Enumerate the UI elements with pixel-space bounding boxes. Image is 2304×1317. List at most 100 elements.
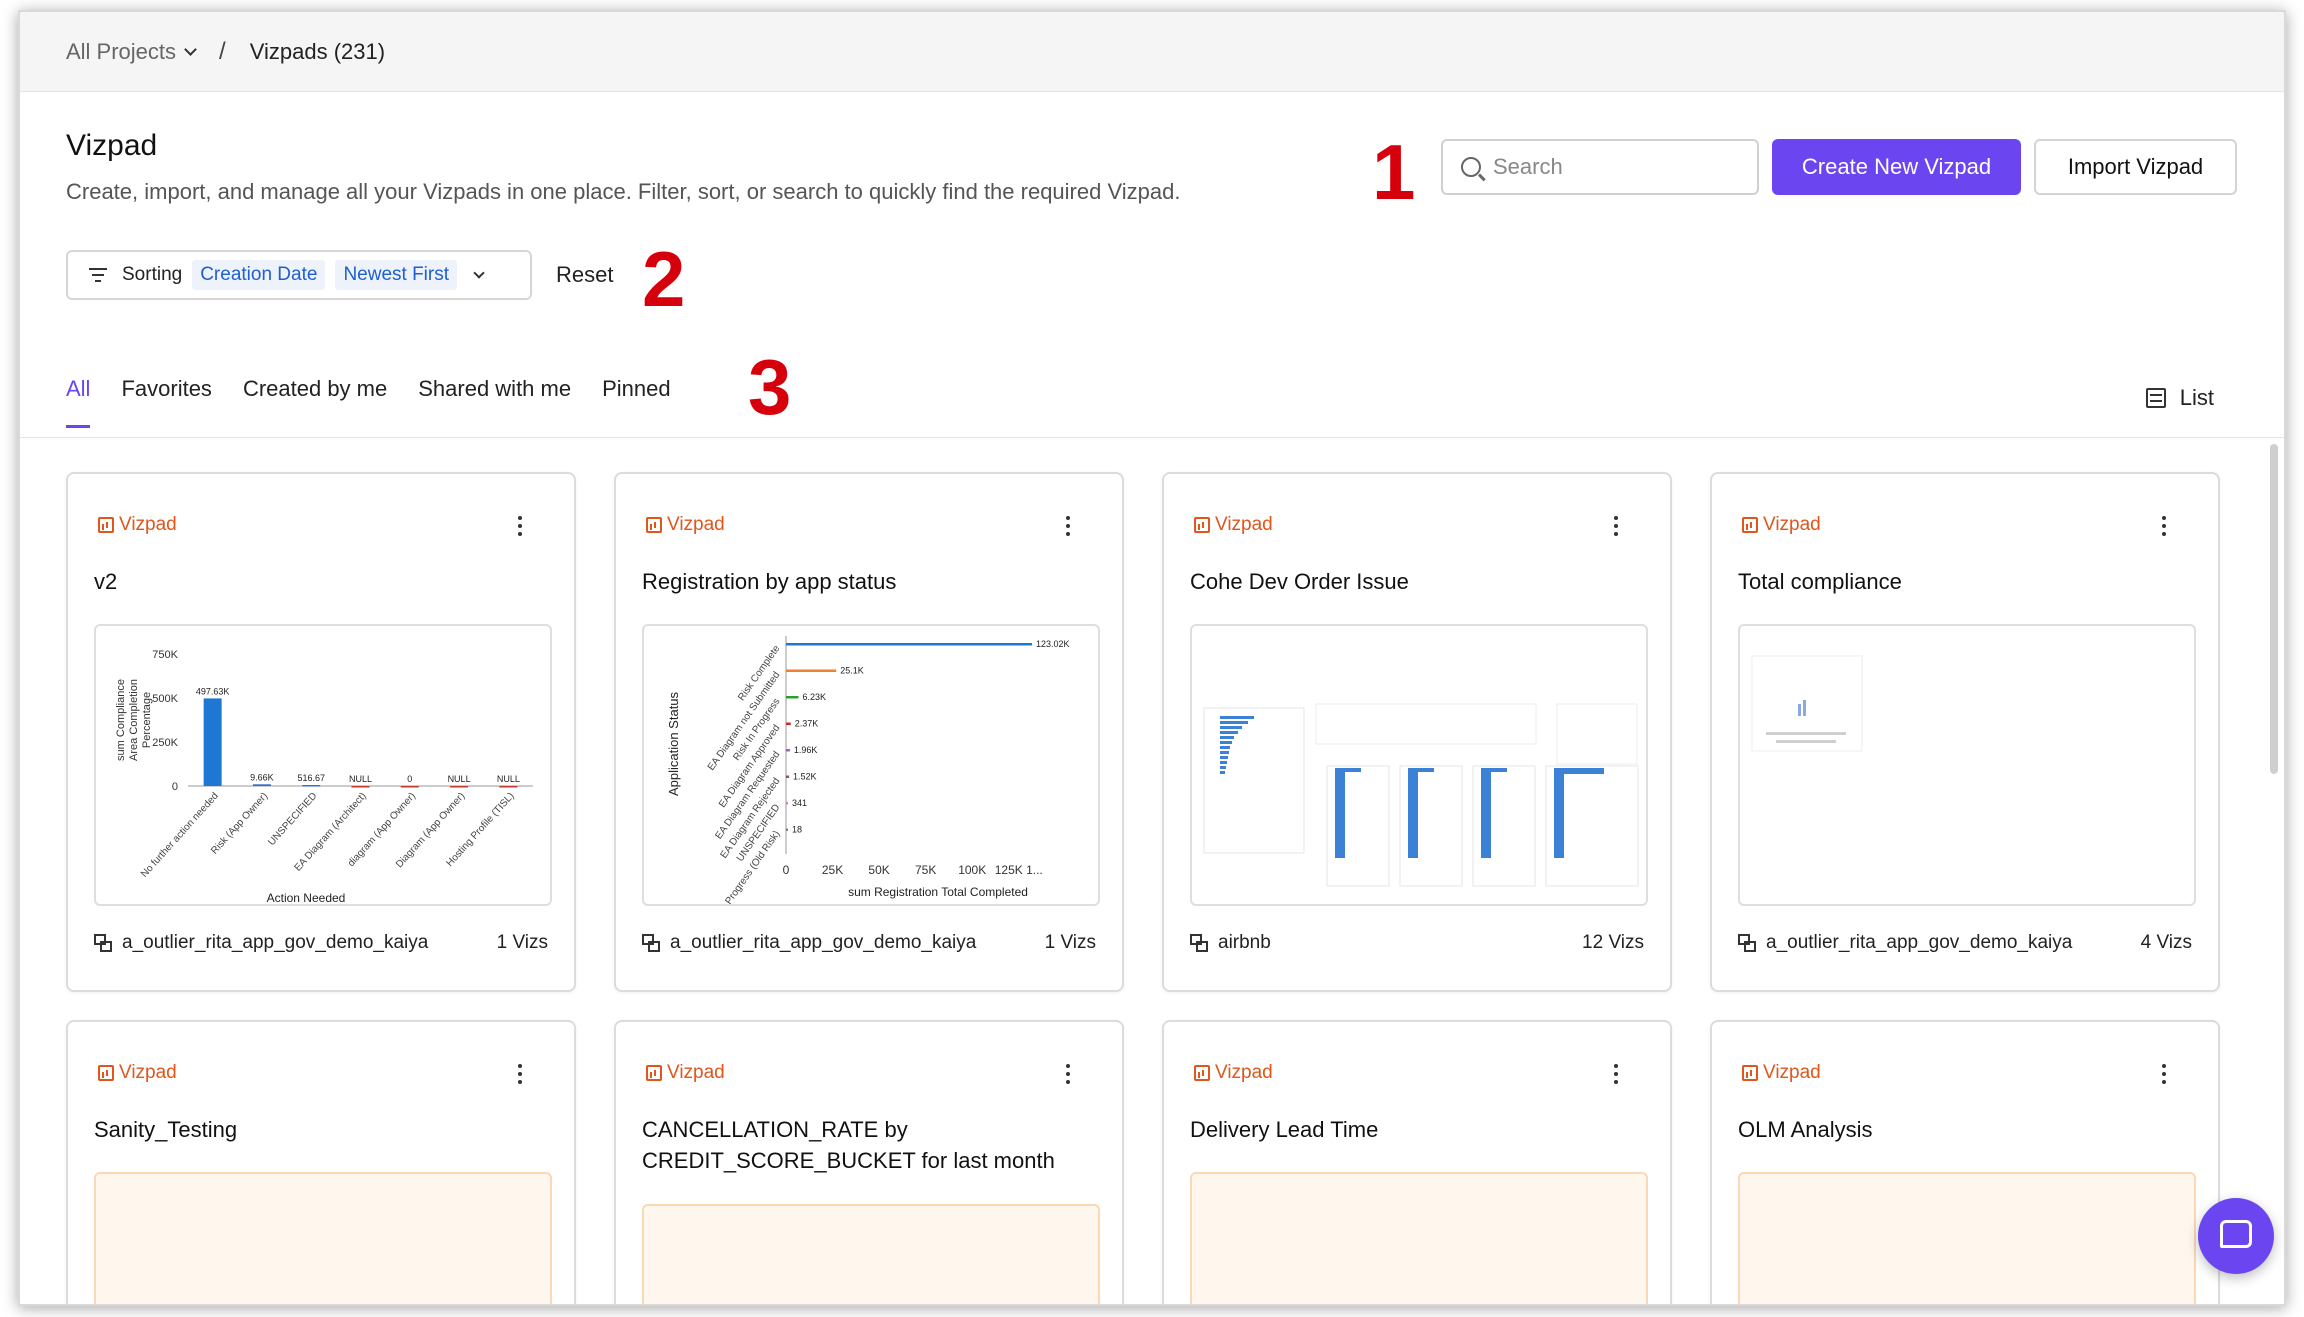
- more-options-icon[interactable]: [2162, 516, 2166, 536]
- breadcrumb-all-projects[interactable]: All Projects: [66, 39, 197, 65]
- card-title: Sanity_Testing: [94, 1117, 238, 1142]
- tab-all[interactable]: All: [66, 376, 91, 428]
- datasource-icon: [1190, 934, 1208, 952]
- bar-chart-preview: 750K 500K 250K 0 sum Compliance Area Completi…: [115, 649, 533, 904]
- vertical-scrollbar[interactable]: [2270, 444, 2278, 774]
- search-icon: [1461, 157, 1481, 177]
- tabs-divider: [20, 437, 2284, 438]
- bar: [786, 775, 790, 778]
- vizpad-card[interactable]: Vizpad v2 750K 500K 250K 0 sum Compliance Are…: [66, 472, 576, 992]
- bar: [786, 696, 799, 699]
- list-icon: [2145, 388, 2166, 408]
- reset-button[interactable]: Reset: [556, 262, 613, 288]
- vizpad-badge: Vizpad: [98, 1062, 177, 1084]
- vizpad-badge-label: Vizpad: [1215, 514, 1273, 535]
- y-axis-label: sum Compliance: [115, 679, 127, 761]
- vizpad-badge: Vizpad: [1742, 1062, 1821, 1084]
- bar-value-label: NULL: [349, 774, 372, 784]
- card-title: OLM Analysis: [1738, 1117, 1873, 1142]
- chart-placeholder: [1738, 1172, 2196, 1304]
- bar-value-label: 1.52K: [793, 772, 817, 782]
- more-options-icon[interactable]: [1066, 516, 1070, 536]
- vizpad-card[interactable]: Vizpad Registration by app status Applic…: [614, 472, 1124, 992]
- vizpad-card[interactable]: Vizpad Cohe Dev Order Issue airbnb 12 Vi…: [1162, 472, 1672, 992]
- tab-favorites[interactable]: Favorites: [121, 376, 211, 426]
- vizpad-card[interactable]: Vizpad Sanity_Testing: [66, 1020, 576, 1304]
- card-viz-count: 4 Vizs: [2140, 932, 2192, 953]
- create-new-vizpad-button[interactable]: Create New Vizpad: [1772, 139, 2021, 195]
- chart-preview[interactable]: Application Status 123.02K Risk Complete 25…: [642, 624, 1100, 906]
- more-options-icon[interactable]: [1614, 516, 1618, 536]
- tab-pinned[interactable]: Pinned: [602, 376, 671, 426]
- more-options-icon[interactable]: [518, 516, 522, 536]
- chevron-down-icon: [184, 42, 197, 56]
- vizpad-card[interactable]: Vizpad CANCELLATION_RATE by CREDIT_SCORE…: [614, 1020, 1124, 1304]
- bar: [252, 784, 271, 786]
- x-axis-title: sum Registration Total Completed: [848, 885, 1028, 899]
- more-options-icon[interactable]: [518, 1064, 522, 1084]
- vizpad-badge-label: Vizpad: [1763, 514, 1821, 535]
- bar-value-label: 9.66K: [250, 772, 274, 782]
- x-tick-label: No further action needed: [139, 791, 221, 880]
- more-options-icon[interactable]: [1614, 1064, 1618, 1084]
- chart-preview[interactable]: 750K 500K 250K 0 sum Compliance Area Completi…: [94, 624, 552, 906]
- bar-value-label: 6.23K: [802, 692, 826, 702]
- hbar-chart-preview: Application Status123.02KRisk Complete 25…: [666, 636, 1070, 904]
- chart-preview[interactable]: [1738, 624, 2196, 906]
- list-view-toggle[interactable]: List: [2145, 385, 2214, 411]
- sorting-dropdown[interactable]: Sorting Creation Date Newest First: [66, 250, 532, 300]
- bar-value-label: 2.37K: [795, 719, 819, 729]
- chat-support-button[interactable]: [2198, 1198, 2274, 1274]
- vizpad-badge: Vizpad: [646, 1062, 725, 1084]
- import-vizpad-button[interactable]: Import Vizpad: [2034, 139, 2237, 195]
- vizpad-card[interactable]: Vizpad OLM Analysis: [1710, 1020, 2220, 1304]
- bar: [786, 669, 837, 672]
- x-tick-label: 25K: [822, 863, 843, 877]
- vizpad-card[interactable]: Vizpad Delivery Lead Time: [1162, 1020, 1672, 1304]
- search-placeholder: Search: [1493, 154, 1563, 179]
- y-axis-label: Application Status: [666, 691, 681, 796]
- card-title: CANCELLATION_RATE by CREDIT_SCORE_BUCKET…: [642, 1117, 1055, 1173]
- sort-icon: [88, 268, 108, 282]
- vizpad-badge-label: Vizpad: [119, 1062, 177, 1083]
- vizpad-badge: Vizpad: [1194, 514, 1273, 536]
- tab-shared-with-me[interactable]: Shared with me: [418, 376, 571, 426]
- bar: [203, 698, 222, 786]
- bar-value-label: 18: [792, 825, 802, 835]
- tab-created-by-me[interactable]: Created by me: [243, 376, 387, 426]
- bar: [786, 828, 788, 831]
- card-title: Total compliance: [1738, 569, 1902, 594]
- more-options-icon[interactable]: [2162, 1064, 2166, 1084]
- chart-icon: [1194, 1065, 1210, 1081]
- bar: [400, 786, 419, 788]
- chart-icon: [646, 517, 662, 533]
- x-tick-label: 100K: [958, 863, 986, 877]
- annotation-3: 3: [748, 343, 792, 431]
- card-viz-count: 1 Vizs: [496, 932, 548, 953]
- card-source: a_outlier_rita_app_gov_demo_kaiya: [670, 932, 977, 953]
- chevron-down-icon: [473, 266, 485, 279]
- vizpad-badge: Vizpad: [1742, 514, 1821, 536]
- vizpad-card[interactable]: Vizpad Total compliance a_outlier_rita_a…: [1710, 472, 2220, 992]
- vizpad-badge-label: Vizpad: [1215, 1062, 1273, 1083]
- breadcrumb-current: Vizpads (231): [249, 38, 386, 64]
- card-title: Cohe Dev Order Issue: [1190, 569, 1409, 594]
- card-title: v2: [94, 569, 118, 594]
- chart-placeholder: [642, 1204, 1100, 1304]
- page-description: Create, import, and manage all your Vizp…: [66, 179, 1181, 204]
- bar: [786, 643, 1033, 646]
- card-footer: a_outlier_rita_app_gov_demo_kaiya 1 Vizs: [94, 932, 548, 954]
- x-tick-label: 125K 1...: [995, 863, 1043, 877]
- x-tick-label: 0: [783, 863, 790, 877]
- search-input[interactable]: Search: [1441, 139, 1759, 195]
- vizpad-badge-label: Vizpad: [667, 514, 725, 535]
- card-footer: a_outlier_rita_app_gov_demo_kaiya 4 Vizs: [1738, 932, 2192, 954]
- card-footer: a_outlier_rita_app_gov_demo_kaiya 1 Vizs: [642, 932, 1096, 954]
- more-options-icon[interactable]: [1066, 1064, 1070, 1084]
- list-view-label: List: [2179, 385, 2214, 410]
- breadcrumb-separator: /: [219, 37, 226, 65]
- card-viz-count: 1 Vizs: [1044, 932, 1096, 953]
- chart-placeholder: [94, 1172, 552, 1304]
- x-tick-label: 50K: [868, 863, 889, 877]
- chart-preview[interactable]: [1190, 624, 1648, 906]
